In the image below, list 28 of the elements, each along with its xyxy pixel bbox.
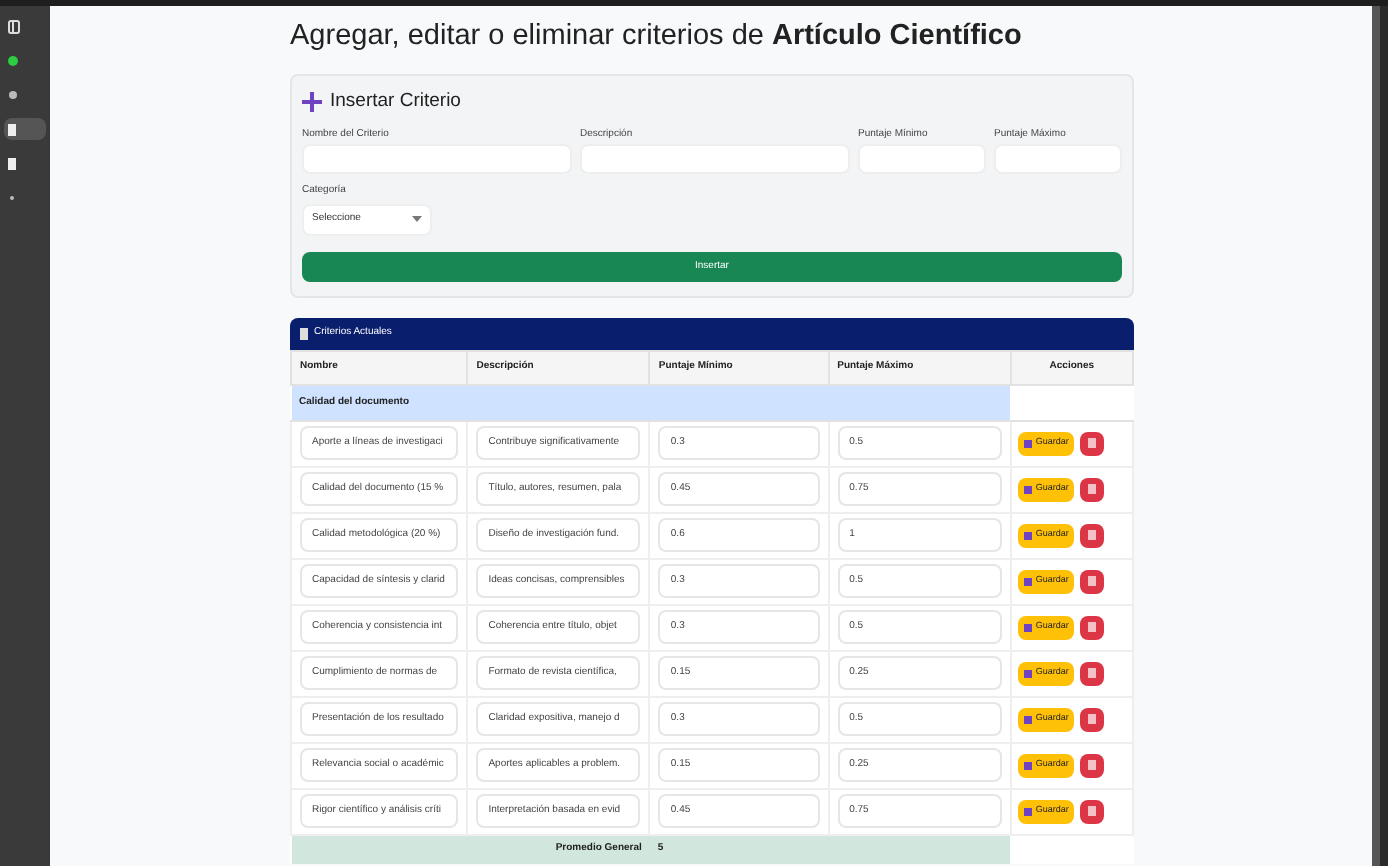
- document-icon: [8, 123, 16, 135]
- delete-button[interactable]: [1080, 523, 1105, 548]
- trash-icon: [1088, 760, 1097, 771]
- trash-icon: [1088, 484, 1097, 495]
- trash-icon: [1088, 576, 1097, 587]
- trash-icon: [1088, 806, 1097, 817]
- document-icon: [8, 157, 16, 169]
- panel-icon: [8, 20, 20, 34]
- delete-button[interactable]: [1080, 707, 1105, 732]
- sidebar-item[interactable]: [4, 118, 46, 140]
- delete-button[interactable]: [1080, 615, 1105, 640]
- status-dot-icon: [8, 56, 18, 66]
- trash-icon: [1088, 438, 1097, 449]
- plus-icon: [302, 92, 322, 113]
- form-heading: Insertar Criterio: [330, 88, 461, 116]
- trash-icon: [1088, 622, 1097, 633]
- trash-icon: [1088, 530, 1097, 541]
- trash-icon: [1088, 668, 1097, 679]
- delete-button[interactable]: [1080, 431, 1105, 456]
- delete-button[interactable]: [1080, 477, 1105, 502]
- caret-icon: [412, 216, 422, 223]
- delete-button[interactable]: [1080, 569, 1105, 594]
- trash-icon: [1088, 714, 1097, 725]
- clipboard-icon: [300, 327, 308, 340]
- delete-button[interactable]: [1080, 753, 1105, 778]
- delete-button[interactable]: [1080, 661, 1105, 686]
- delete-button[interactable]: [1080, 799, 1105, 824]
- page-title: Agregar, editar o eliminar criterios de Artículo Científico: [290, 18, 1024, 56]
